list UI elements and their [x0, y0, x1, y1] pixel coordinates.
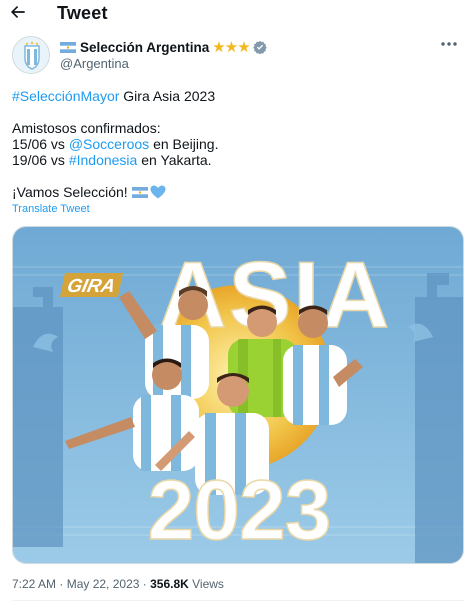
divider — [12, 600, 464, 601]
page-title: Tweet — [57, 3, 108, 23]
author-display-name[interactable]: Selección Argentina — [80, 40, 209, 55]
tweet-line-4-date: 19/06 vs — [12, 152, 69, 168]
avatar[interactable] — [12, 36, 50, 74]
author-name-row[interactable]: Selección Argentina ★★★ — [60, 38, 267, 56]
tweet-spacer — [12, 104, 462, 120]
meta-separator: · — [139, 577, 151, 591]
tweet-line-4-text: en Yakarta. — [137, 152, 212, 168]
blue-heart-icon — [150, 185, 166, 199]
tweet-line-3-text: en Beijing. — [149, 136, 219, 152]
mention-socceroos[interactable]: @Socceroos — [69, 136, 149, 152]
image-year: 2023 — [148, 463, 331, 557]
more-horizontal-icon[interactable] — [437, 36, 461, 52]
hashtag-indonesia[interactable]: #Indonesia — [69, 152, 138, 168]
tweet-meta: 7:22 AM · May 22, 2023 · 356.8K Views — [12, 577, 224, 591]
author-handle[interactable]: @Argentina — [60, 56, 129, 71]
translate-tweet-link[interactable]: Translate Tweet — [12, 203, 90, 215]
stars-icon: ★★★ — [212, 39, 250, 56]
tweet-line-1: #SelecciónMayor Gira Asia 2023 — [12, 88, 462, 104]
tweet-line-1-text: Gira Asia 2023 — [119, 88, 216, 104]
tweet-image[interactable]: ASIA GIRA 2023 — [12, 226, 464, 564]
meta-separator: · — [56, 577, 67, 591]
argentina-flag-icon — [131, 187, 148, 198]
tweet-line-5: ¡Vamos Selección! — [12, 184, 462, 200]
tweet-line-4: 19/06 vs #Indonesia en Yakarta. — [12, 152, 462, 168]
tweet-text: #SelecciónMayor Gira Asia 2023 Amistosos… — [12, 88, 462, 200]
tweet-line-3-date: 15/06 vs — [12, 136, 69, 152]
image-badge-gira: GIRA — [65, 276, 117, 297]
hashtag-seleccion-mayor[interactable]: #SelecciónMayor — [12, 88, 119, 104]
views-count: 356.8K — [150, 577, 189, 591]
tweet-line-2: Amistosos confirmados: — [12, 120, 161, 136]
tweet-line-5-text: ¡Vamos Selección! — [12, 184, 132, 200]
tweet-spacer — [12, 168, 462, 184]
argentina-flag-icon — [60, 41, 76, 53]
tweet-date[interactable]: May 22, 2023 — [67, 577, 140, 591]
top-bar: Tweet — [0, 0, 470, 28]
views-label: Views — [188, 577, 224, 591]
arrow-left-icon[interactable] — [8, 2, 32, 24]
tweet-line-3: 15/06 vs @Socceroos en Beijing. — [12, 136, 462, 152]
tweet-time[interactable]: 7:22 AM — [12, 577, 56, 591]
verified-badge-icon — [252, 40, 267, 54]
